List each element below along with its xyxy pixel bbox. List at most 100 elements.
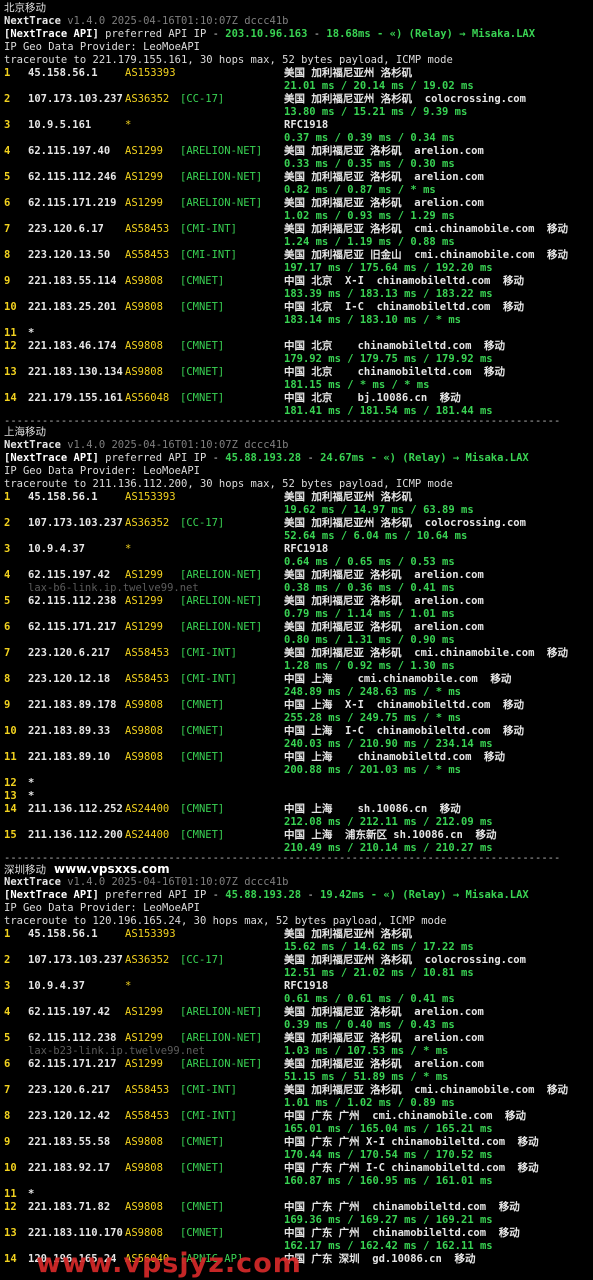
hop-row: 12 221.183.71.82 AS9808 [CMNET] 中国 广东 广州 chi… <box>0 1201 593 1227</box>
hop-number: 13 <box>4 366 17 378</box>
hop-number: 3 <box>4 543 11 555</box>
hop-row: 14 211.136.112.252 AS24400 [CMNET] 中国 上海 sh.… <box>0 803 593 829</box>
hop-ip: 62.115.197.40 <box>28 145 111 157</box>
hop-rtt: 12.51 ms / 21.02 ms / 10.81 ms <box>284 967 474 979</box>
hop-row: 4 62.115.197.40 AS1299 [ARELION-NET] 美国 加利福尼… <box>0 145 593 171</box>
hop-row: 2 107.173.103.237 AS36352 [CC-17] 美国 加利福尼亚州 … <box>0 517 593 543</box>
hop-geo: 中国 广东 广州 chinamobileltd.com 移动 <box>284 1201 520 1213</box>
api-latency: 24.67ms <box>320 452 365 464</box>
section-title-line: 上海移动 <box>4 426 46 439</box>
hop-geo: 中国 北京 chinamobileltd.com 移动 <box>284 340 506 352</box>
hop-ip: 62.115.171.217 <box>28 621 117 633</box>
hop-number: 12 <box>4 1201 17 1213</box>
hop-net-tag: [CMNET] <box>180 340 225 352</box>
hop-asn: * <box>125 543 132 555</box>
hop-ip: 62.115.112.246 <box>28 171 117 183</box>
hop-asn: AS58453 <box>125 673 170 685</box>
version-line: NextTrace v1.4.0 2025-04-16T01:10:07Z dc… <box>4 15 289 28</box>
hop-number: 9 <box>4 275 11 287</box>
hop-net-tag: [CMNET] <box>180 1162 225 1174</box>
hop-row: 3 10.9.4.37 * RFC1918 0.64 ms / 0.65 ms / 0.… <box>0 543 593 569</box>
hop-number: 1 <box>4 928 11 940</box>
hop-asn: * <box>125 980 132 992</box>
hop-ip: 221.183.89.10 <box>28 751 111 763</box>
hop-ip: * <box>28 1188 35 1200</box>
hop-row: 6 62.115.171.219 AS1299 [ARELION-NET] 美国 加利福… <box>0 197 593 223</box>
hop-row: 8 223.120.12.18 AS58453 [CMI-INT] 中国 上海 cmi.… <box>0 673 593 699</box>
hop-row: 3 10.9.5.161 * RFC1918 0.37 ms / 0.39 ms / 0… <box>0 119 593 145</box>
hop-asn: AS9808 <box>125 699 163 711</box>
hop-number: 9 <box>4 1136 11 1148</box>
api-ip: 45.88.193.28 <box>225 452 302 464</box>
traceroute-line: traceroute to 120.196.165.24, 30 hops ma… <box>4 915 447 927</box>
hop-geo: 中国 广东 广州 chinamobileltd.com 移动 <box>284 1227 520 1239</box>
hop-asn: AS36352 <box>125 954 170 966</box>
hop-number: 11 <box>4 1188 17 1200</box>
hop-net-tag: [ARELION-NET] <box>180 197 263 209</box>
hop-row: 11 221.183.89.10 AS9808 [CMNET] 中国 上海 chinam… <box>0 751 593 777</box>
api-text: preferred API IP - <box>98 889 226 901</box>
api-line: [NextTrace API] preferred API IP - 203.1… <box>4 28 536 40</box>
hop-number: 10 <box>4 725 17 737</box>
hop-number: 2 <box>4 954 11 966</box>
hop-geo: RFC1918 <box>284 980 329 992</box>
relay-text: - «) (Relay) → Misaka.LAX <box>370 889 529 901</box>
hop-rtt: 13.80 ms / 15.21 ms / 9.39 ms <box>284 106 468 118</box>
hop-row: 7 223.120.6.17 AS58453 [CMI-INT] 美国 加利福尼亚 洛杉… <box>0 223 593 249</box>
hop-asn: AS36352 <box>125 93 170 105</box>
section-separator: ----------------------------------------… <box>4 852 561 864</box>
hop-row: 1 45.158.56.1 AS153393 美国 加利福尼亚州 洛杉矶 15.62 m… <box>0 928 593 954</box>
hop-rtt: 0.80 ms / 1.31 ms / 0.90 ms <box>284 634 455 646</box>
hop-rtt: 15.62 ms / 14.62 ms / 17.22 ms <box>284 941 474 953</box>
hop-asn: AS9808 <box>125 366 163 378</box>
hop-ip: 10.9.4.37 <box>28 543 85 555</box>
hop-row: 10 221.183.25.201 AS9808 [CMNET] 中国 北京 I-C c… <box>0 301 593 327</box>
hop-ip: 107.173.103.237 <box>28 517 123 529</box>
hop-row: 13 221.183.130.134 AS9808 [CMNET] 中国 北京 chin… <box>0 366 593 392</box>
api-prefix: [NextTrace API] <box>4 28 99 40</box>
section-title: 北京移动 <box>4 2 46 14</box>
hop-geo: 美国 加利福尼亚 洛杉矶 arelion.com <box>284 1032 484 1044</box>
hop-net-tag: [CMNET] <box>180 275 225 287</box>
hop-number: 7 <box>4 1084 11 1096</box>
hop-net-tag: [CMNET] <box>180 725 225 737</box>
hop-number: 11 <box>4 751 17 763</box>
app-name: NextTrace <box>4 15 61 27</box>
hop-ip: 10.9.4.37 <box>28 980 85 992</box>
hop-asn: AS58453 <box>125 249 170 261</box>
hop-geo: 美国 加利福尼亚 洛杉矶 arelion.com <box>284 569 484 581</box>
hop-row: 5 62.115.112.238 AS1299 [ARELION-NET] 美国 加利福… <box>0 595 593 621</box>
hop-number: 2 <box>4 93 11 105</box>
hop-geo: 美国 加利福尼亚 旧金山 cmi.chinamobile.com 移动 <box>284 249 569 261</box>
hop-rtt: 181.15 ms / * ms / * ms <box>284 379 430 391</box>
hop-number: 5 <box>4 595 11 607</box>
hop-geo: 中国 上海 浦东新区 sh.10086.cn 移动 <box>284 829 497 841</box>
relay-text: - «) (Relay) → Misaka.LAX <box>377 28 536 40</box>
hop-rtt: 0.79 ms / 1.14 ms / 1.01 ms <box>284 608 455 620</box>
hop-ip: 223.120.6.17 <box>28 223 104 235</box>
hop-row: 7 223.120.6.217 AS58453 [CMI-INT] 美国 加利福尼亚 洛… <box>0 1084 593 1110</box>
hop-number: 14 <box>4 803 17 815</box>
hop-rtt: 1.02 ms / 0.93 ms / 1.29 ms <box>284 210 455 222</box>
hop-net-tag: [CMNET] <box>180 1201 225 1213</box>
traceroute-line: traceroute to 221.179.155.161, 30 hops m… <box>4 54 453 66</box>
hop-rtt: 21.01 ms / 20.14 ms / 19.02 ms <box>284 80 474 92</box>
api-line: [NextTrace API] preferred API IP - 45.88… <box>4 452 529 464</box>
hop-row: 2 107.173.103.237 AS36352 [CC-17] 美国 加利福尼亚州 … <box>0 954 593 980</box>
hop-asn: AS1299 <box>125 1058 163 1070</box>
hop-rtt: 200.88 ms / 201.03 ms / * ms <box>284 764 462 776</box>
hop-rtt: 240.03 ms / 210.90 ms / 234.14 ms <box>284 738 493 750</box>
hop-ip: 62.115.171.217 <box>28 1058 117 1070</box>
section-title-line: 深圳移动 www.vpsxxs.com <box>4 863 170 877</box>
hop-geo: 美国 加利福尼亚州 洛杉矶 <box>284 928 413 940</box>
hop-ip: * <box>28 790 35 802</box>
hop-geo: 中国 广东 广州 I-C chinamobileltd.com 移动 <box>284 1162 539 1174</box>
hop-geo: 中国 广东 深圳 gd.10086.cn 移动 <box>284 1253 476 1265</box>
hop-ip: 62.115.112.238 <box>28 1032 117 1044</box>
hop-row: 1 45.158.56.1 AS153393 美国 加利福尼亚州 洛杉矶 19.62 m… <box>0 491 593 517</box>
api-text: preferred API IP - <box>98 28 226 40</box>
hop-row: 3 10.9.4.37 * RFC1918 0.61 ms / 0.61 ms / 0.… <box>0 980 593 1006</box>
hop-net-tag: [CMNET] <box>180 803 225 815</box>
hop-number: 10 <box>4 301 17 313</box>
hop-ip: 62.115.112.238 <box>28 595 117 607</box>
